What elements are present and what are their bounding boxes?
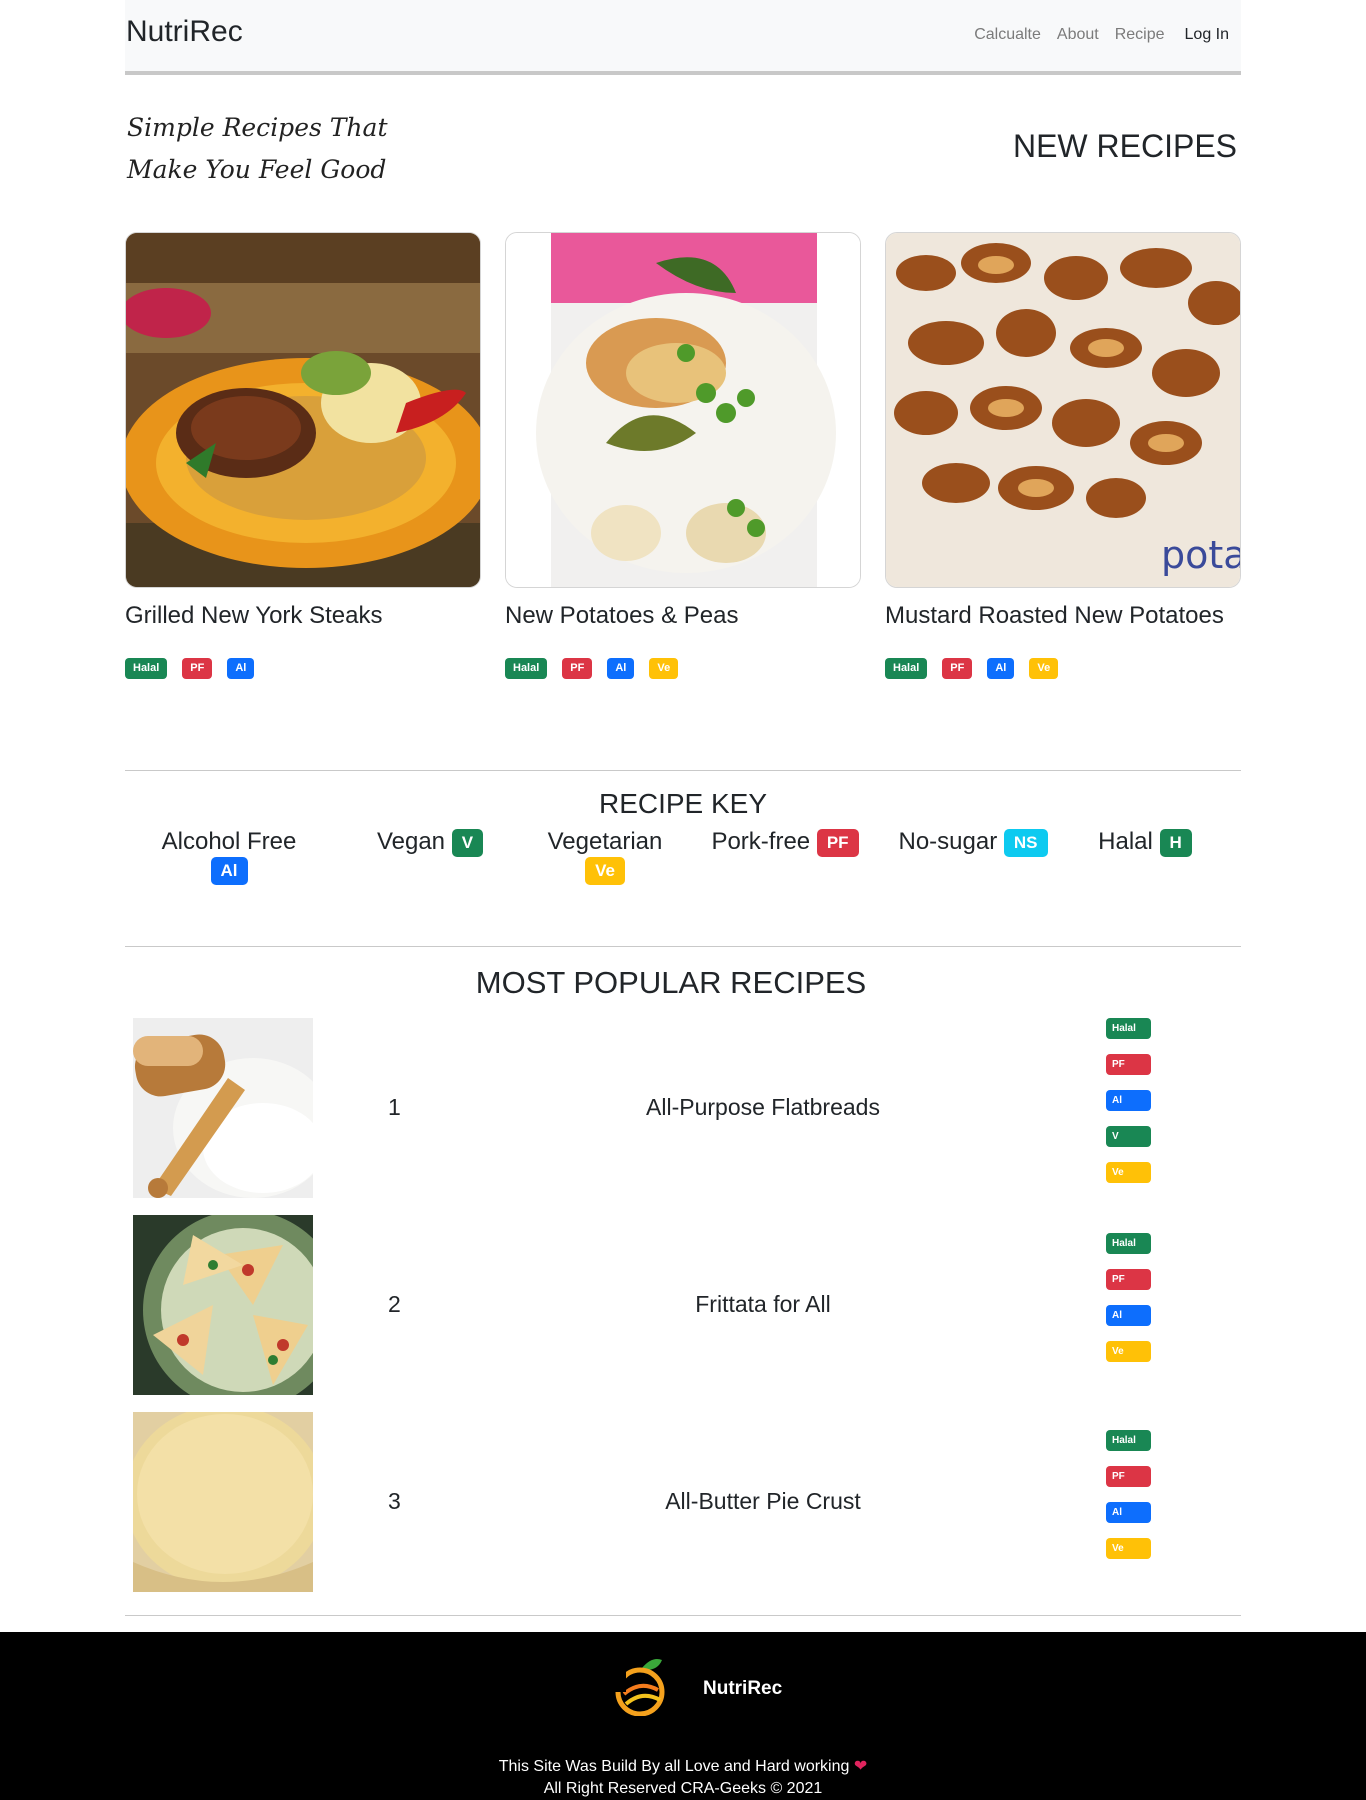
- halal-badge: H: [1159, 828, 1192, 857]
- footer-credit-text: This Site Was Build By all Love and Hard…: [498, 1758, 850, 1775]
- vegetarian-badge: Ve: [1106, 1538, 1151, 1559]
- popular-rank: 1: [388, 1094, 401, 1120]
- tagline-line-2: Make You Feel Good: [127, 155, 387, 184]
- pork-free-badge: PF: [1106, 1269, 1151, 1290]
- divider: [125, 946, 1241, 947]
- footer-credit: This Site Was Build By all Love and Hard…: [0, 1756, 1366, 1776]
- popular-rank: 2: [388, 1291, 401, 1317]
- popular-badges: Halal PF Al Ve: [1106, 1430, 1151, 1559]
- key-item-pork-free: Pork-free PF: [695, 828, 875, 857]
- tagline-line-1: Simple Recipes That: [127, 113, 388, 142]
- recipe-title[interactable]: Mustard Roasted New Potatoes: [885, 602, 1241, 630]
- key-item-halal: Halal H: [1060, 828, 1230, 857]
- key-label: Halal: [1098, 828, 1153, 855]
- vegan-badge: V: [1106, 1126, 1151, 1147]
- recipe-title[interactable]: New Potatoes & Peas: [505, 602, 861, 630]
- popular-recipe-name[interactable]: Frittata for All: [613, 1291, 913, 1318]
- alcohol-free-badge: Al: [1106, 1502, 1151, 1523]
- divider: [125, 1615, 1241, 1616]
- key-label: Alcohol Free: [161, 828, 297, 855]
- key-item-vegetarian: Vegetarian Ve: [505, 828, 705, 885]
- key-item-alcohol-free: Alcohol Free Al: [129, 828, 329, 885]
- brand-logo-text[interactable]: NutriRec: [126, 15, 243, 49]
- recipe-image-pie-crust[interactable]: [133, 1412, 313, 1592]
- alcohol-free-badge: Al: [607, 658, 635, 679]
- nav-link-recipe[interactable]: Recipe: [1115, 26, 1165, 44]
- key-label: Vegan: [376, 828, 446, 855]
- recipe-image-roasted-potatoes[interactable]: pota: [885, 232, 1241, 588]
- pork-free-badge: PF: [816, 828, 859, 857]
- login-link[interactable]: Log In: [1185, 26, 1229, 44]
- vegetarian-badge: Ve: [1029, 658, 1059, 679]
- recipe-image-steak[interactable]: [125, 232, 481, 588]
- vegetarian-badge: Ve: [1106, 1341, 1151, 1362]
- peach-logo-icon: [612, 1654, 674, 1717]
- recipe-image-frittata[interactable]: [133, 1215, 313, 1395]
- halal-badge: Halal: [1106, 1018, 1151, 1039]
- recipe-card[interactable]: pota Mustard Roasted New Potatoes Halal …: [885, 232, 1241, 679]
- alcohol-free-badge: Al: [987, 658, 1015, 679]
- key-item-no-sugar: No-sugar NS: [883, 828, 1063, 857]
- recipe-card[interactable]: Grilled New York Steaks Halal PF Al: [125, 232, 481, 679]
- popular-badges: Halal PF Al Ve: [1106, 1233, 1151, 1362]
- recipe-title[interactable]: Grilled New York Steaks: [125, 602, 481, 630]
- popular-row[interactable]: 3 All-Butter Pie Crust Halal PF Al Ve: [133, 1412, 1233, 1592]
- recipe-badges: Halal PF Al Ve: [885, 658, 1241, 679]
- popular-row[interactable]: 2 Frittata for All Halal PF Al Ve: [133, 1215, 1233, 1395]
- popular-rank: 3: [388, 1488, 401, 1514]
- divider: [125, 770, 1241, 771]
- pork-free-badge: PF: [942, 658, 973, 679]
- popular-row[interactable]: 1 All-Purpose Flatbreads Halal PF Al V V…: [133, 1018, 1233, 1198]
- recipe-key-title: RECIPE KEY: [598, 788, 768, 819]
- key-label: Vegetarian: [547, 828, 663, 855]
- nav-links: Calcualte About Recipe Log In: [974, 26, 1229, 44]
- nav-link-about[interactable]: About: [1057, 26, 1099, 44]
- halal-badge: Halal: [885, 658, 928, 679]
- alcohol-free-badge: Al: [210, 856, 248, 885]
- vegetarian-badge: Ve: [1106, 1162, 1151, 1183]
- alcohol-free-badge: Al: [227, 658, 255, 679]
- popular-recipe-name[interactable]: All-Purpose Flatbreads: [613, 1094, 913, 1121]
- recipe-badges: Halal PF Al: [125, 658, 481, 679]
- navbar: NutriRec Calcualte About Recipe Log In: [125, 0, 1241, 75]
- heart-icon: ❤: [853, 1758, 868, 1775]
- popular-title: MOST POPULAR RECIPES: [475, 965, 867, 1000]
- footer-copyright: All Right Reserved CRA-Geeks © 2021: [543, 1780, 823, 1797]
- pork-free-badge: PF: [182, 658, 213, 679]
- nav-link-calculate[interactable]: Calcualte: [974, 26, 1041, 44]
- footer-brand: NutriRec: [703, 1678, 783, 1699]
- pork-free-badge: PF: [562, 658, 593, 679]
- pork-free-badge: PF: [1106, 1466, 1151, 1487]
- halal-badge: Halal: [125, 658, 168, 679]
- new-recipes-heading: NEW RECIPES: [1012, 128, 1237, 164]
- no-sugar-badge: NS: [1003, 828, 1048, 857]
- recipe-image-text: pota: [1161, 533, 1241, 577]
- vegan-badge: V: [451, 828, 484, 857]
- recipe-image-potatoes-peas[interactable]: [505, 232, 861, 588]
- recipe-badges: Halal PF Al Ve: [505, 658, 861, 679]
- vegetarian-badge: Ve: [649, 658, 679, 679]
- vegetarian-badge: Ve: [585, 856, 625, 885]
- footer: NutriRec This Site Was Build By all Love…: [0, 1632, 1366, 1800]
- halal-badge: Halal: [1106, 1233, 1151, 1254]
- halal-badge: Halal: [1106, 1430, 1151, 1451]
- recipe-image-flatbreads[interactable]: [133, 1018, 313, 1198]
- popular-recipe-name[interactable]: All-Butter Pie Crust: [613, 1488, 913, 1515]
- popular-badges: Halal PF Al V Ve: [1106, 1018, 1151, 1183]
- key-label: Pork-free: [711, 828, 811, 855]
- key-label: No-sugar: [898, 828, 998, 855]
- tagline: Simple Recipes That Make You Feel Good: [127, 107, 388, 191]
- alcohol-free-badge: Al: [1106, 1305, 1151, 1326]
- alcohol-free-badge: Al: [1106, 1090, 1151, 1111]
- recipe-card[interactable]: New Potatoes & Peas Halal PF Al Ve: [505, 232, 861, 679]
- key-item-vegan: Vegan V: [340, 828, 520, 857]
- pork-free-badge: PF: [1106, 1054, 1151, 1075]
- halal-badge: Halal: [505, 658, 548, 679]
